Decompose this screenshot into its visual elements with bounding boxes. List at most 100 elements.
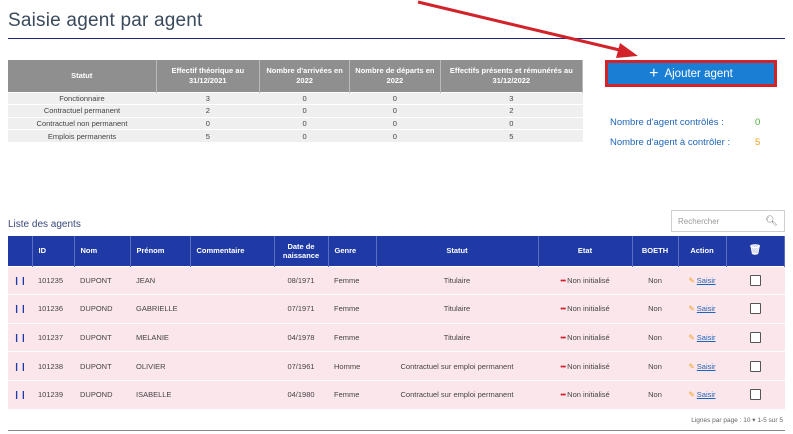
header-naissance-line2: naissance bbox=[282, 250, 320, 260]
summary-cell-departs: 0 bbox=[349, 91, 441, 105]
summary-header-presents: Effectifs présents et rémunérés au 31/12… bbox=[440, 60, 584, 92]
cell-commentaire bbox=[190, 265, 274, 295]
drag-handle[interactable]: ❙❙ bbox=[8, 351, 32, 381]
summary-cell-statut: Emplois permanents bbox=[8, 129, 156, 142]
cell-prenom: JEAN bbox=[130, 265, 190, 295]
summary-header-departs: Nombre de départs en 2022 bbox=[349, 60, 441, 92]
saisir-link[interactable]: Saisir bbox=[697, 333, 716, 342]
table-row[interactable]: ❙❙ 101235 DUPONT JEAN 08/1971 Femme Titulaire •… bbox=[8, 265, 785, 295]
cell-boeth: Non bbox=[632, 265, 678, 295]
controlled-label: Nombre d'agent contrôlés : bbox=[610, 117, 724, 128]
drag-handle-icon: ❙❙ bbox=[13, 275, 27, 285]
cell-select bbox=[726, 265, 785, 295]
header-nom[interactable]: Nom bbox=[74, 236, 131, 266]
cell-naissance: 08/1971 bbox=[274, 265, 328, 295]
header-etat[interactable]: Etat bbox=[538, 236, 633, 266]
row-checkbox[interactable] bbox=[749, 274, 761, 286]
saisir-link[interactable]: Saisir bbox=[697, 304, 716, 313]
drag-handle[interactable]: ❙❙ bbox=[8, 294, 32, 324]
summary-header-statut: Statut bbox=[8, 60, 157, 92]
saisir-link[interactable]: Saisir bbox=[697, 362, 716, 371]
cell-etat: ••• Non initialisé bbox=[538, 294, 632, 324]
summary-cell-departs: 0 bbox=[349, 129, 441, 142]
page-title: Saisie agent par agent bbox=[8, 10, 203, 31]
cell-select bbox=[726, 294, 785, 324]
summary-cell-departs: 0 bbox=[349, 104, 441, 117]
cell-boeth: Non bbox=[632, 322, 678, 352]
summary-header-theorique: Effectif théorique au 31/12/2021 bbox=[156, 60, 261, 92]
add-agent-button[interactable]: + Ajouter agent bbox=[605, 60, 777, 87]
plus-icon: + bbox=[649, 64, 659, 82]
cell-action: ✎ Saisir bbox=[678, 379, 726, 409]
drag-handle[interactable]: ❙❙ bbox=[8, 265, 32, 295]
table-row[interactable]: ❙❙ 101236 DUPOND GABRIELLE 07/1971 Femme Titul… bbox=[8, 294, 785, 324]
cell-action: ✎ Saisir bbox=[678, 322, 726, 352]
search-icon[interactable]: 🔍︎ bbox=[765, 216, 778, 227]
cell-statut: Titulaire bbox=[376, 294, 538, 324]
header-boeth[interactable]: BOETH bbox=[632, 236, 679, 266]
table-row[interactable]: ❙❙ 101239 DUPOND ISABELLE 04/1980 Femme Contra… bbox=[8, 379, 785, 409]
cell-genre: Homme bbox=[328, 351, 376, 381]
agents-table: ID Nom Prénom Commentaire Date de naissa… bbox=[8, 236, 785, 409]
header-delete[interactable]: 🗑︎ bbox=[726, 236, 785, 266]
header-commentaire[interactable]: Commentaire bbox=[190, 236, 275, 266]
header-statut[interactable]: Statut bbox=[376, 236, 539, 266]
cell-id: 101239 bbox=[32, 379, 74, 409]
pagination[interactable]: Lignes par page : 10 ▾ 1-5 sur 5 bbox=[691, 416, 783, 424]
header-id[interactable]: ID bbox=[32, 236, 75, 266]
row-checkbox[interactable] bbox=[749, 303, 761, 315]
summary-cell-statut: Contractuel non permanent bbox=[8, 116, 156, 130]
cell-naissance: 07/1961 bbox=[274, 351, 328, 381]
cell-action: ✎ Saisir bbox=[678, 265, 726, 295]
table-row[interactable]: ❙❙ 101237 DUPONT MELANIE 04/1978 Femme Titulai… bbox=[8, 322, 785, 352]
summary-cell-theorique: 5 bbox=[156, 129, 260, 142]
etat-label: Non initialisé bbox=[567, 361, 610, 371]
header-prenom[interactable]: Prénom bbox=[130, 236, 191, 266]
saisir-link[interactable]: Saisir bbox=[697, 390, 716, 399]
cell-naissance: 04/1978 bbox=[274, 322, 328, 352]
header-naissance-line1: Date de bbox=[287, 241, 315, 251]
summary-cell-presents: 3 bbox=[440, 91, 583, 105]
saisir-link[interactable]: Saisir bbox=[697, 276, 716, 285]
table-row[interactable]: ❙❙ 101238 DUPONT OLIVIER 07/1961 Homme Contrac… bbox=[8, 351, 785, 381]
cell-statut: Contractuel sur emploi permanent bbox=[376, 351, 538, 381]
summary-cell-presents: 2 bbox=[440, 104, 583, 117]
header-action: Action bbox=[678, 236, 727, 266]
header-genre[interactable]: Genre bbox=[328, 236, 377, 266]
drag-handle-icon: ❙❙ bbox=[13, 361, 27, 371]
header-naissance[interactable]: Date de naissance bbox=[274, 236, 329, 266]
summary-cell-presents: 5 bbox=[440, 129, 583, 142]
drag-handle[interactable]: ❙❙ bbox=[8, 322, 32, 352]
cell-action: ✎ Saisir bbox=[678, 294, 726, 324]
summary-row: Contractuel non permanent 0 0 0 0 bbox=[8, 116, 583, 130]
summary-cell-arrivees: 0 bbox=[259, 129, 350, 142]
search-placeholder: Rechercher bbox=[678, 216, 720, 226]
cell-genre: Femme bbox=[328, 379, 376, 409]
cell-nom: DUPONT bbox=[74, 265, 130, 295]
drag-handle-icon: ❙❙ bbox=[13, 332, 27, 342]
bottom-divider bbox=[8, 430, 785, 431]
drag-handle[interactable]: ❙❙ bbox=[8, 379, 32, 409]
pencil-icon: ✎ bbox=[688, 304, 695, 314]
cell-commentaire bbox=[190, 322, 274, 352]
etat-label: Non initialisé bbox=[567, 390, 610, 400]
trash-icon[interactable]: 🗑︎ bbox=[749, 245, 762, 256]
status-dots-icon: ••• bbox=[560, 361, 566, 371]
summary-header-arrivees: Nombre d'arrivées en 2022 bbox=[259, 60, 351, 92]
etat-label: Non initialisé bbox=[567, 332, 610, 342]
cell-boeth: Non bbox=[632, 351, 678, 381]
cell-boeth: Non bbox=[632, 294, 678, 324]
summary-cell-presents: 0 bbox=[440, 116, 583, 130]
pencil-icon: ✎ bbox=[688, 390, 695, 400]
row-checkbox[interactable] bbox=[749, 389, 761, 401]
to-control-count-line: Nombre d'agent à contrôler : 5 bbox=[610, 137, 760, 148]
summary-cell-arrivees: 0 bbox=[259, 116, 350, 130]
cell-etat: ••• Non initialisé bbox=[538, 322, 632, 352]
row-checkbox[interactable] bbox=[749, 331, 761, 343]
cell-select bbox=[726, 379, 785, 409]
search-input[interactable]: Rechercher 🔍︎ bbox=[671, 210, 785, 232]
cell-prenom: OLIVIER bbox=[130, 351, 190, 381]
cell-genre: Femme bbox=[328, 265, 376, 295]
summary-cell-departs: 0 bbox=[349, 116, 441, 130]
row-checkbox[interactable] bbox=[749, 360, 761, 372]
